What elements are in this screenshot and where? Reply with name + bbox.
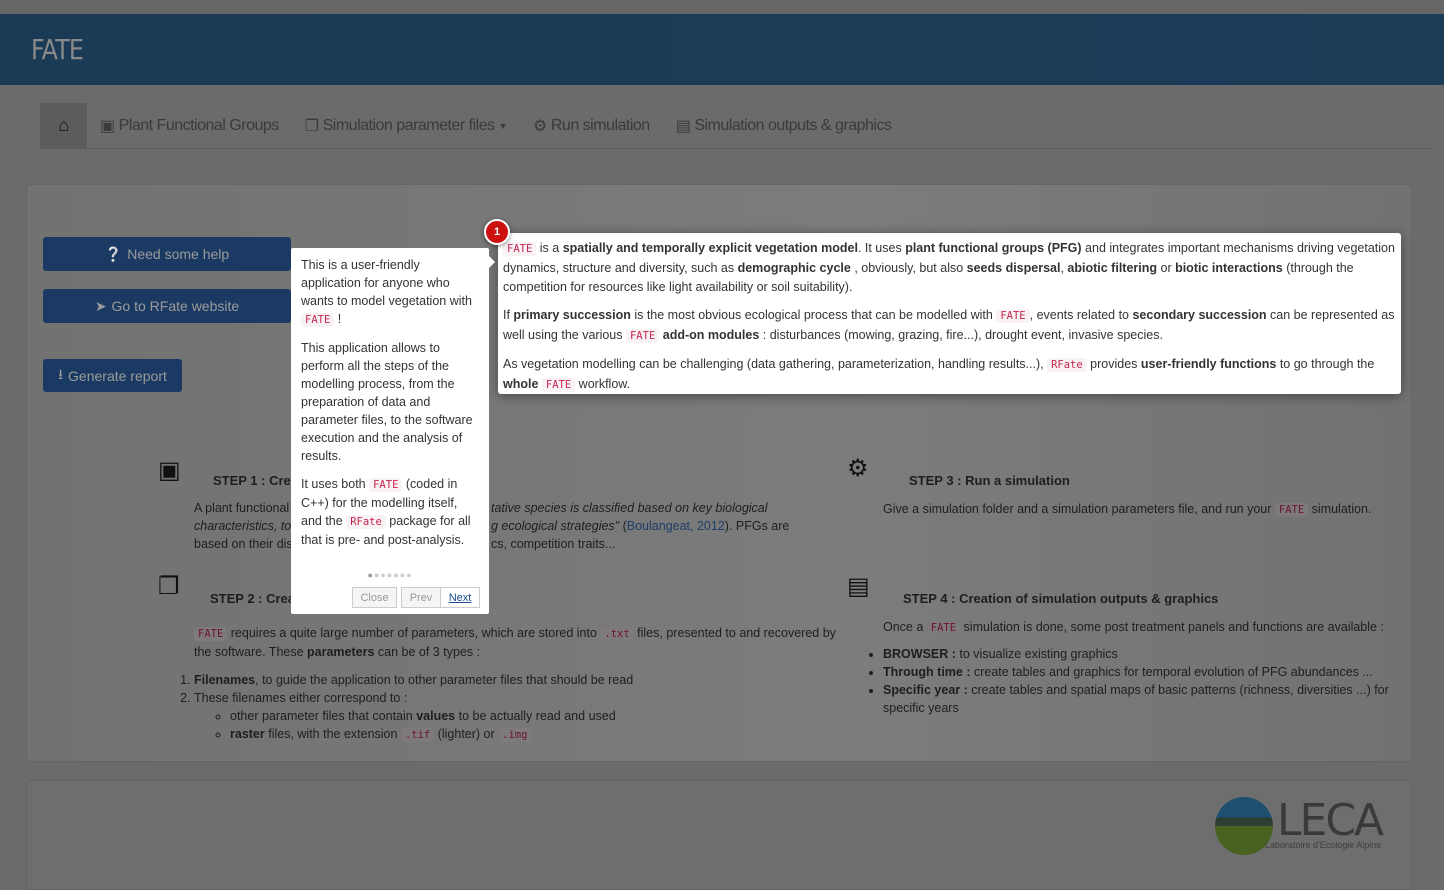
help-button[interactable]: ❔ Need some help [43,237,291,271]
step-3-title: STEP 3 : Run a simulation [909,473,1070,488]
rfate-website-button[interactable]: ➤ Go to RFate website [43,289,291,323]
bar-chart-icon: ▤ [675,117,691,135]
step-2: ❐ STEP 2 : Crea FATE requires a quite la… [158,573,838,744]
gears-icon: ⚙ [533,117,547,135]
tour-step-badge: 1 [484,219,510,245]
leca-logo: LECA Laboratoire d'Ecologie Alpine [1215,795,1395,857]
tour-next-button[interactable]: Next [440,587,480,608]
main-nav: ⌂ ▣ Plant Functional Groups ❐ Simulation p… [40,102,1432,149]
bar-chart-icon: ▤ [847,573,870,600]
footer: LECA Laboratoire d'Ecologie Alpine [26,780,1412,890]
nav-simulation-parameter-files[interactable]: ❐ Simulation parameter files ▼ [292,103,520,149]
nav-home[interactable]: ⌂ [40,102,87,149]
app-header: FATE [0,14,1444,85]
nav-simulation-outputs[interactable]: ▤ Simulation outputs & graphics [663,103,905,149]
files-icon: ❐ [158,573,180,600]
top-strip [0,0,1444,14]
question-circle-icon: ❔ [104,245,123,262]
step-4: ▤ STEP 4 : Creation of simulation output… [847,573,1392,717]
intro-highlight: FATE is a spatially and temporally expli… [498,233,1401,394]
step-3: ⚙ STEP 3 : Run a simulation Give a simul… [847,455,1387,519]
nav-plant-functional-groups[interactable]: ▣ Plant Functional Groups [87,103,292,149]
tour-close-button[interactable]: Close [352,587,397,608]
caret-down-icon: ▼ [498,120,508,131]
arrow-circle-right-icon: ➤ [94,297,107,314]
object-group-icon: ▣ [158,457,181,484]
gears-icon: ⚙ [847,455,869,482]
download-icon: ⭳ [58,365,64,382]
generate-report-button[interactable]: ⭳ Generate report [43,359,182,392]
files-icon: ❐ [304,117,319,135]
app-title: FATE [31,33,84,66]
tour-popover: This is a user-friendly application for … [291,248,495,614]
step-4-title: STEP 4 : Creation of simulation outputs … [903,591,1219,606]
reference-link[interactable]: Boulangeat, 2012 [627,519,725,533]
tour-progress-dots: ●●●●●●● [291,566,489,584]
object-group-icon: ▣ [100,117,115,135]
tour-dot[interactable]: ● [406,570,412,580]
tour-prev-button[interactable]: Prev [401,587,441,608]
step-1-title: STEP 1 : Crea [213,473,299,488]
home-icon: ⌂ [58,115,69,135]
nav-run-simulation[interactable]: ⚙ Run simulation [520,103,663,149]
